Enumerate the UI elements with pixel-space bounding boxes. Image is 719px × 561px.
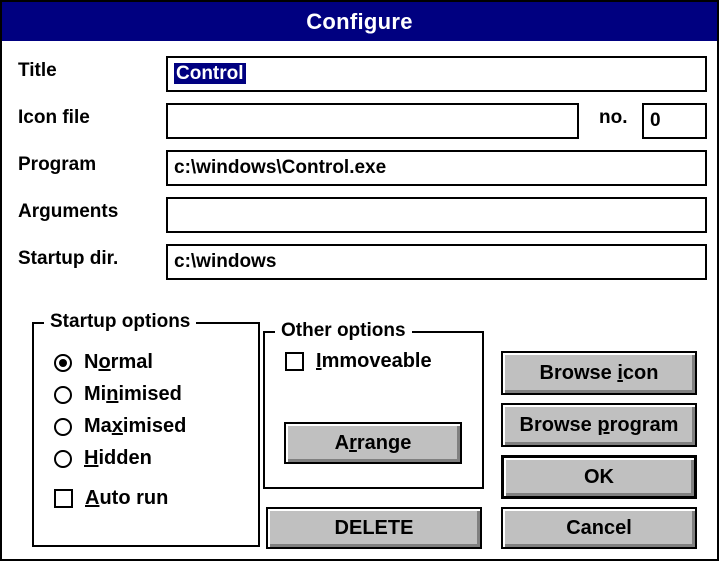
radio-minimised[interactable]: Minimised [54,383,182,406]
radio-minimised-label: Minimised [84,383,182,405]
radio-hidden[interactable]: Hidden [54,447,152,470]
arguments-label: Arguments [18,201,119,222]
icon-number-label: no. [599,107,628,128]
auto-run-checkbox[interactable]: Auto run [54,487,168,510]
startup-dir-field[interactable]: c:\windows [166,244,707,280]
radio-maximised-label: Maximised [84,415,187,437]
icon-number-field[interactable]: 0 [642,103,707,139]
immoveable-label: Immoveable [316,350,432,372]
immoveable-checkbox[interactable]: Immoveable [285,350,432,373]
auto-run-label: Auto run [85,487,169,509]
icon-file-field[interactable] [166,103,579,139]
title-label: Title [18,60,57,81]
delete-button[interactable]: DELETE [266,507,482,549]
radio-maximised-indicator [54,417,72,436]
radio-normal[interactable]: Normal [54,351,153,374]
radio-normal-indicator [54,353,72,372]
configure-dialog: Configure Title Control Icon file no. 0 … [0,0,719,561]
title-bar: Configure [2,2,717,41]
title-field-value: Control [174,63,246,84]
cancel-button[interactable]: Cancel [501,507,697,549]
startup-options-group: Startup options Normal Minimised Maximis… [32,310,260,547]
radio-hidden-label: Hidden [84,447,152,469]
arguments-field[interactable] [166,197,707,233]
program-field[interactable]: c:\windows\Control.exe [166,150,707,186]
radio-maximised[interactable]: Maximised [54,415,186,438]
browse-icon-label: Browse icon [539,361,659,384]
icon-file-label: Icon file [18,107,90,128]
startup-dir-label: Startup dir. [18,248,119,269]
radio-minimised-indicator [54,385,72,404]
immoveable-box [285,352,304,371]
browse-icon-button[interactable]: Browse icon [501,351,697,395]
browse-program-label: Browse program [519,413,679,436]
radio-normal-label: Normal [84,351,153,373]
auto-run-box [54,489,73,508]
program-label: Program [18,154,97,175]
browse-program-button[interactable]: Browse program [501,403,697,447]
arrange-label: Arrange [334,431,412,454]
other-options-group: Other options Immoveable [263,319,484,489]
startup-options-title: Startup options [44,310,197,334]
title-field[interactable]: Control [166,56,707,92]
radio-hidden-indicator [54,449,72,468]
other-options-title: Other options [275,319,412,343]
arrange-button[interactable]: Arrange [284,422,462,464]
ok-button[interactable]: OK [501,455,697,499]
